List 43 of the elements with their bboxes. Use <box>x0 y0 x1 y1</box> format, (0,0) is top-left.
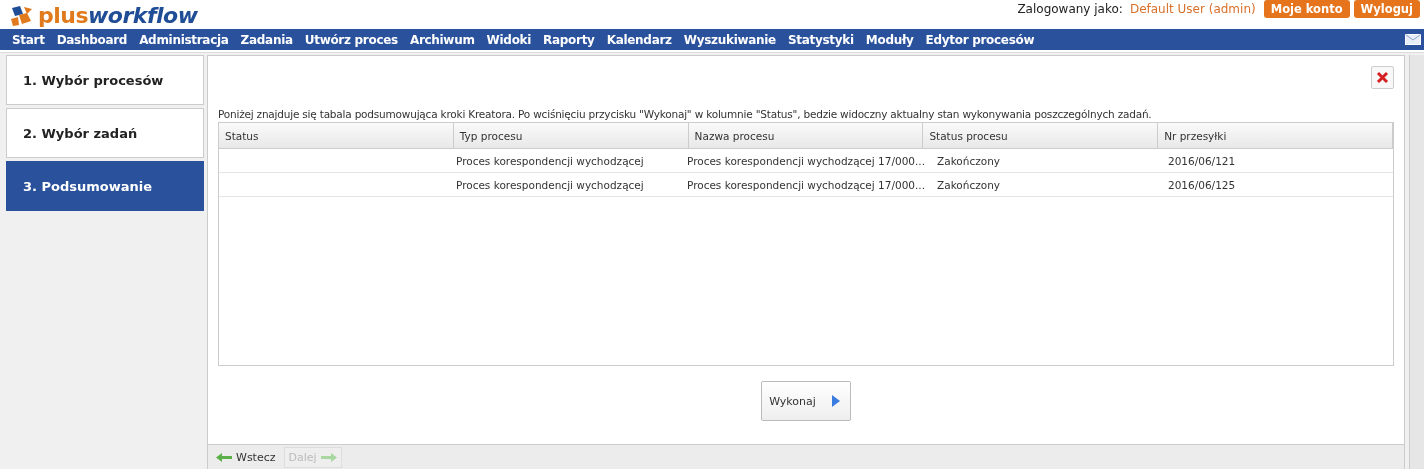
table-cell-text: Proces korespondencji wychodzącej 17/000... <box>686 177 926 193</box>
menu-item[interactable]: Wyszukiwanie <box>677 32 782 47</box>
close-button[interactable] <box>1371 66 1394 89</box>
mail-icon[interactable] <box>1405 34 1421 45</box>
menu-item[interactable]: Utwórz proces <box>298 32 404 47</box>
menu-item[interactable]: Zadania <box>234 32 299 47</box>
table-cell-text: Proces korespondencji wychodzącej <box>455 153 645 169</box>
table-cell-text: Proces korespondencji wychodzącej <box>455 177 645 193</box>
close-icon <box>1376 71 1389 84</box>
column-header[interactable]: Nr przesyłki <box>1158 123 1393 148</box>
left-arrow-icon <box>216 453 232 462</box>
right-arrow-icon <box>320 453 337 462</box>
play-icon <box>831 395 840 407</box>
column-header[interactable]: Status procesu <box>923 123 1159 148</box>
menu-item[interactable]: Kalendarz <box>600 32 678 47</box>
table-cell-text: Zakończony <box>936 177 1001 193</box>
wizard-step[interactable]: 1. Wybór procesów <box>6 55 204 105</box>
user-name: Default User (admin) <box>1129 2 1256 16</box>
menu-item[interactable]: Dashboard <box>50 32 134 47</box>
description-text: Poniżej znajduje się tabala podsumowująca kroki Kreatora. Po wciśnięciu przycisku "Wykonaj" w kolumnie "Status", bedzie widoczny aktualny stan wykonywania poszczególnych zadań. <box>218 108 1153 120</box>
menu-item[interactable]: Moduły <box>859 32 920 47</box>
menu-item[interactable]: Edytor procesów <box>919 32 1041 47</box>
scrollbar[interactable] <box>1409 55 1424 469</box>
menu-item[interactable]: Raporty <box>537 32 601 47</box>
column-header[interactable]: Nazwa procesu <box>688 123 924 148</box>
wizard-step[interactable]: 3. Podsumowanie <box>6 161 204 211</box>
table-cell-text: 2016/06/125 <box>1167 177 1237 193</box>
execute-button[interactable]: Wykonaj <box>761 381 851 421</box>
logged-in-label: Zalogowany jako: <box>1017 2 1123 16</box>
menu-item[interactable]: Widoki <box>480 32 538 47</box>
column-header[interactable]: Status <box>219 123 454 148</box>
back-button[interactable]: Wstecz <box>212 448 280 467</box>
logo-text: plusworkflow <box>38 3 198 28</box>
column-header[interactable]: Typ procesu <box>453 123 689 148</box>
logo-icon <box>10 4 34 27</box>
table-cell-text: Zakończony <box>936 153 1001 169</box>
table-cell-text: 2016/06/121 <box>1167 153 1237 169</box>
menu-item[interactable]: Archiwum <box>403 32 481 47</box>
wizard-step[interactable]: 2. Wybór zadań <box>6 108 204 158</box>
menu-item[interactable]: Administracja <box>133 32 235 47</box>
menu-item[interactable]: Statystyki <box>781 32 860 47</box>
menu-item[interactable]: Start <box>6 32 51 47</box>
table-cell-text: Proces korespondencji wychodzącej 17/000... <box>686 153 926 169</box>
